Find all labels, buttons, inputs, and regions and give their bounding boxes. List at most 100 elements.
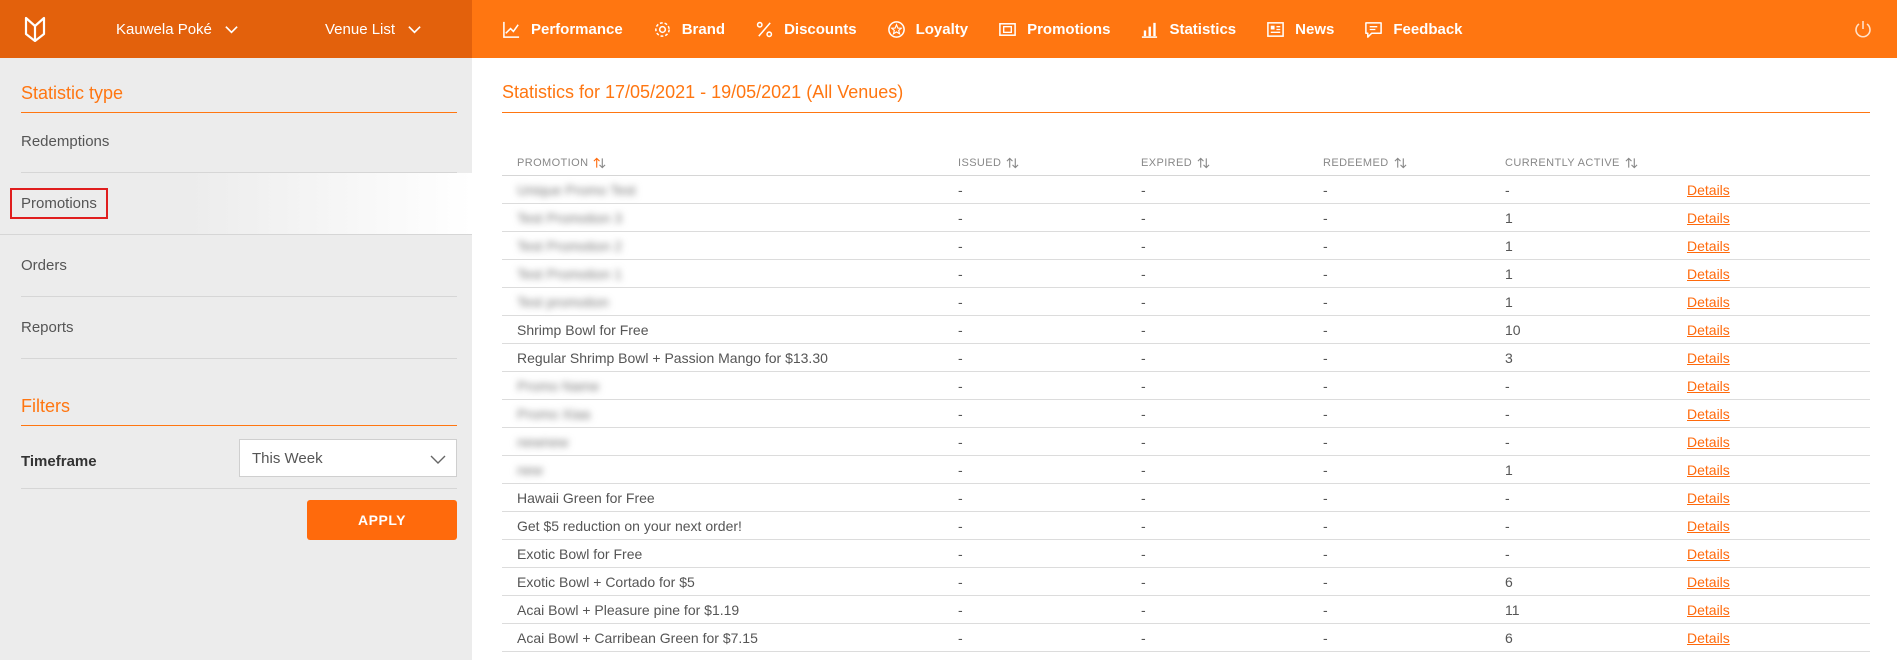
expired-cell: - bbox=[1141, 294, 1146, 310]
details-link[interactable]: Details bbox=[1687, 182, 1730, 198]
details-link[interactable]: Details bbox=[1687, 434, 1730, 450]
promotion-name-cell: Test Promotion 1 bbox=[517, 266, 623, 282]
promotion-name-cell: Test Promotion 2 bbox=[517, 238, 623, 254]
logo-icon[interactable] bbox=[24, 16, 46, 42]
column-header-expired[interactable]: EXPIRED bbox=[1141, 157, 1210, 169]
details-link[interactable]: Details bbox=[1687, 210, 1730, 226]
details-link[interactable]: Details bbox=[1687, 574, 1730, 590]
details-link[interactable]: Details bbox=[1687, 350, 1730, 366]
redeemed-cell: - bbox=[1323, 602, 1328, 618]
promotion-name-cell: Unique Promo Test bbox=[517, 182, 636, 198]
sidebar-item-label: Redemptions bbox=[21, 133, 110, 150]
nav-label: News bbox=[1295, 20, 1335, 38]
promotion-name-cell: new bbox=[517, 462, 543, 478]
nav-label: Statistics bbox=[1169, 20, 1237, 38]
expired-cell: - bbox=[1141, 602, 1146, 618]
details-link[interactable]: Details bbox=[1687, 294, 1730, 310]
promotions-table: PROMOTION ISSUED EXPIRED REDEEMED CURREN… bbox=[502, 152, 1870, 652]
promotion-name-cell: Acai Bowl + Carribean Green for $7.15 bbox=[517, 630, 758, 646]
nav-label: Feedback bbox=[1393, 20, 1463, 38]
details-link[interactable]: Details bbox=[1687, 266, 1730, 282]
top-bar-left: Kauwela Poké Venue List bbox=[0, 0, 472, 58]
nav-label: Performance bbox=[531, 20, 623, 38]
timeframe-filter-row: Timeframe This Week bbox=[21, 434, 457, 489]
brand-select[interactable]: Kauwela Poké bbox=[116, 0, 239, 58]
table-row: Test Promotion 3 - - - 1 Details bbox=[502, 204, 1870, 232]
issued-cell: - bbox=[958, 630, 963, 646]
nav-feedback[interactable]: Feedback bbox=[1364, 20, 1463, 39]
promotion-name-cell: Promo Name bbox=[517, 378, 600, 394]
column-header-label: REDEEMED bbox=[1323, 157, 1389, 169]
details-link[interactable]: Details bbox=[1687, 462, 1730, 478]
issued-cell: - bbox=[958, 434, 963, 450]
currently-active-cell: 1 bbox=[1505, 266, 1513, 282]
column-header-currently-active[interactable]: CURRENTLY ACTIVE bbox=[1505, 157, 1638, 169]
column-header-label: CURRENTLY ACTIVE bbox=[1505, 157, 1620, 169]
issued-cell: - bbox=[958, 574, 963, 590]
nav-promotions[interactable]: Promotions bbox=[998, 20, 1110, 39]
nav-loyalty[interactable]: Loyalty bbox=[887, 20, 968, 39]
sidebar-item-redemptions[interactable]: Redemptions bbox=[21, 111, 457, 173]
nav-label: Brand bbox=[681, 20, 726, 38]
currently-active-cell: 1 bbox=[1505, 210, 1513, 226]
newspaper-icon bbox=[1267, 21, 1285, 37]
issued-cell: - bbox=[958, 182, 963, 198]
table-row: Acai Bowl + Carribean Green for $7.15 - … bbox=[502, 624, 1870, 652]
ticket-icon bbox=[999, 22, 1016, 36]
column-header-label: EXPIRED bbox=[1141, 157, 1193, 169]
expired-cell: - bbox=[1141, 322, 1146, 338]
column-header-redeemed[interactable]: REDEEMED bbox=[1323, 157, 1407, 169]
details-link[interactable]: Details bbox=[1687, 378, 1730, 394]
details-link[interactable]: Details bbox=[1687, 546, 1730, 562]
promotion-name-cell: Exotic Bowl for Free bbox=[517, 546, 643, 562]
table-row: Promo Name - - - - Details bbox=[502, 372, 1870, 400]
currently-active-cell: 1 bbox=[1505, 238, 1513, 254]
column-header-label: PROMOTION bbox=[517, 157, 589, 169]
promotion-name-cell: Acai Bowl + Pleasure pine for $1.19 bbox=[517, 602, 740, 618]
currently-active-cell: - bbox=[1505, 434, 1510, 450]
nav-discounts[interactable]: Discounts bbox=[755, 20, 857, 39]
promotion-name-cell: Test Promotion 3 bbox=[517, 210, 623, 226]
expired-cell: - bbox=[1141, 462, 1146, 478]
currently-active-cell: 10 bbox=[1505, 322, 1521, 338]
issued-cell: - bbox=[958, 238, 963, 254]
details-link[interactable]: Details bbox=[1687, 406, 1730, 422]
timeframe-select[interactable]: This Week bbox=[239, 439, 457, 477]
nav-news[interactable]: News bbox=[1266, 20, 1334, 39]
table-row: Promo Xiaa - - - - Details bbox=[502, 400, 1870, 428]
currently-active-cell: - bbox=[1505, 546, 1510, 562]
power-icon[interactable] bbox=[1853, 19, 1873, 39]
redeemed-cell: - bbox=[1323, 574, 1328, 590]
redeemed-cell: - bbox=[1323, 630, 1328, 646]
table-row: Test promotion - - - 1 Details bbox=[502, 288, 1870, 316]
details-link[interactable]: Details bbox=[1687, 630, 1730, 646]
nav-performance[interactable]: Performance bbox=[502, 20, 623, 39]
top-bar: Kauwela Poké Venue List Performance Bran… bbox=[0, 0, 1897, 58]
details-link[interactable]: Details bbox=[1687, 518, 1730, 534]
apply-button[interactable]: APPLY bbox=[307, 500, 457, 540]
details-link[interactable]: Details bbox=[1687, 602, 1730, 618]
venue-select[interactable]: Venue List bbox=[325, 0, 422, 58]
redeemed-cell: - bbox=[1323, 294, 1328, 310]
redeemed-cell: - bbox=[1323, 350, 1328, 366]
details-link[interactable]: Details bbox=[1687, 238, 1730, 254]
table-header: PROMOTION ISSUED EXPIRED REDEEMED CURREN… bbox=[502, 152, 1870, 176]
sidebar-item-promotions[interactable]: Promotions bbox=[0, 173, 472, 235]
redeemed-cell: - bbox=[1323, 546, 1328, 562]
column-header-issued[interactable]: ISSUED bbox=[958, 157, 1019, 169]
details-link[interactable]: Details bbox=[1687, 490, 1730, 506]
redeemed-cell: - bbox=[1323, 434, 1328, 450]
redeemed-cell: - bbox=[1323, 182, 1328, 198]
table-row: Shrimp Bowl for Free - - - 10 Details bbox=[502, 316, 1870, 344]
expired-cell: - bbox=[1141, 182, 1146, 198]
currently-active-cell: 3 bbox=[1505, 350, 1513, 366]
promotion-name-cell: Regular Shrimp Bowl + Passion Mango for … bbox=[517, 350, 828, 366]
sidebar-item-orders[interactable]: Orders bbox=[21, 235, 457, 297]
nav-brand[interactable]: Brand bbox=[653, 20, 725, 39]
nav-statistics[interactable]: Statistics bbox=[1140, 20, 1236, 39]
column-header-promotion[interactable]: PROMOTION bbox=[517, 157, 606, 169]
details-link[interactable]: Details bbox=[1687, 322, 1730, 338]
sidebar-item-reports[interactable]: Reports bbox=[21, 297, 457, 359]
currently-active-cell: 1 bbox=[1505, 462, 1513, 478]
expired-cell: - bbox=[1141, 238, 1146, 254]
